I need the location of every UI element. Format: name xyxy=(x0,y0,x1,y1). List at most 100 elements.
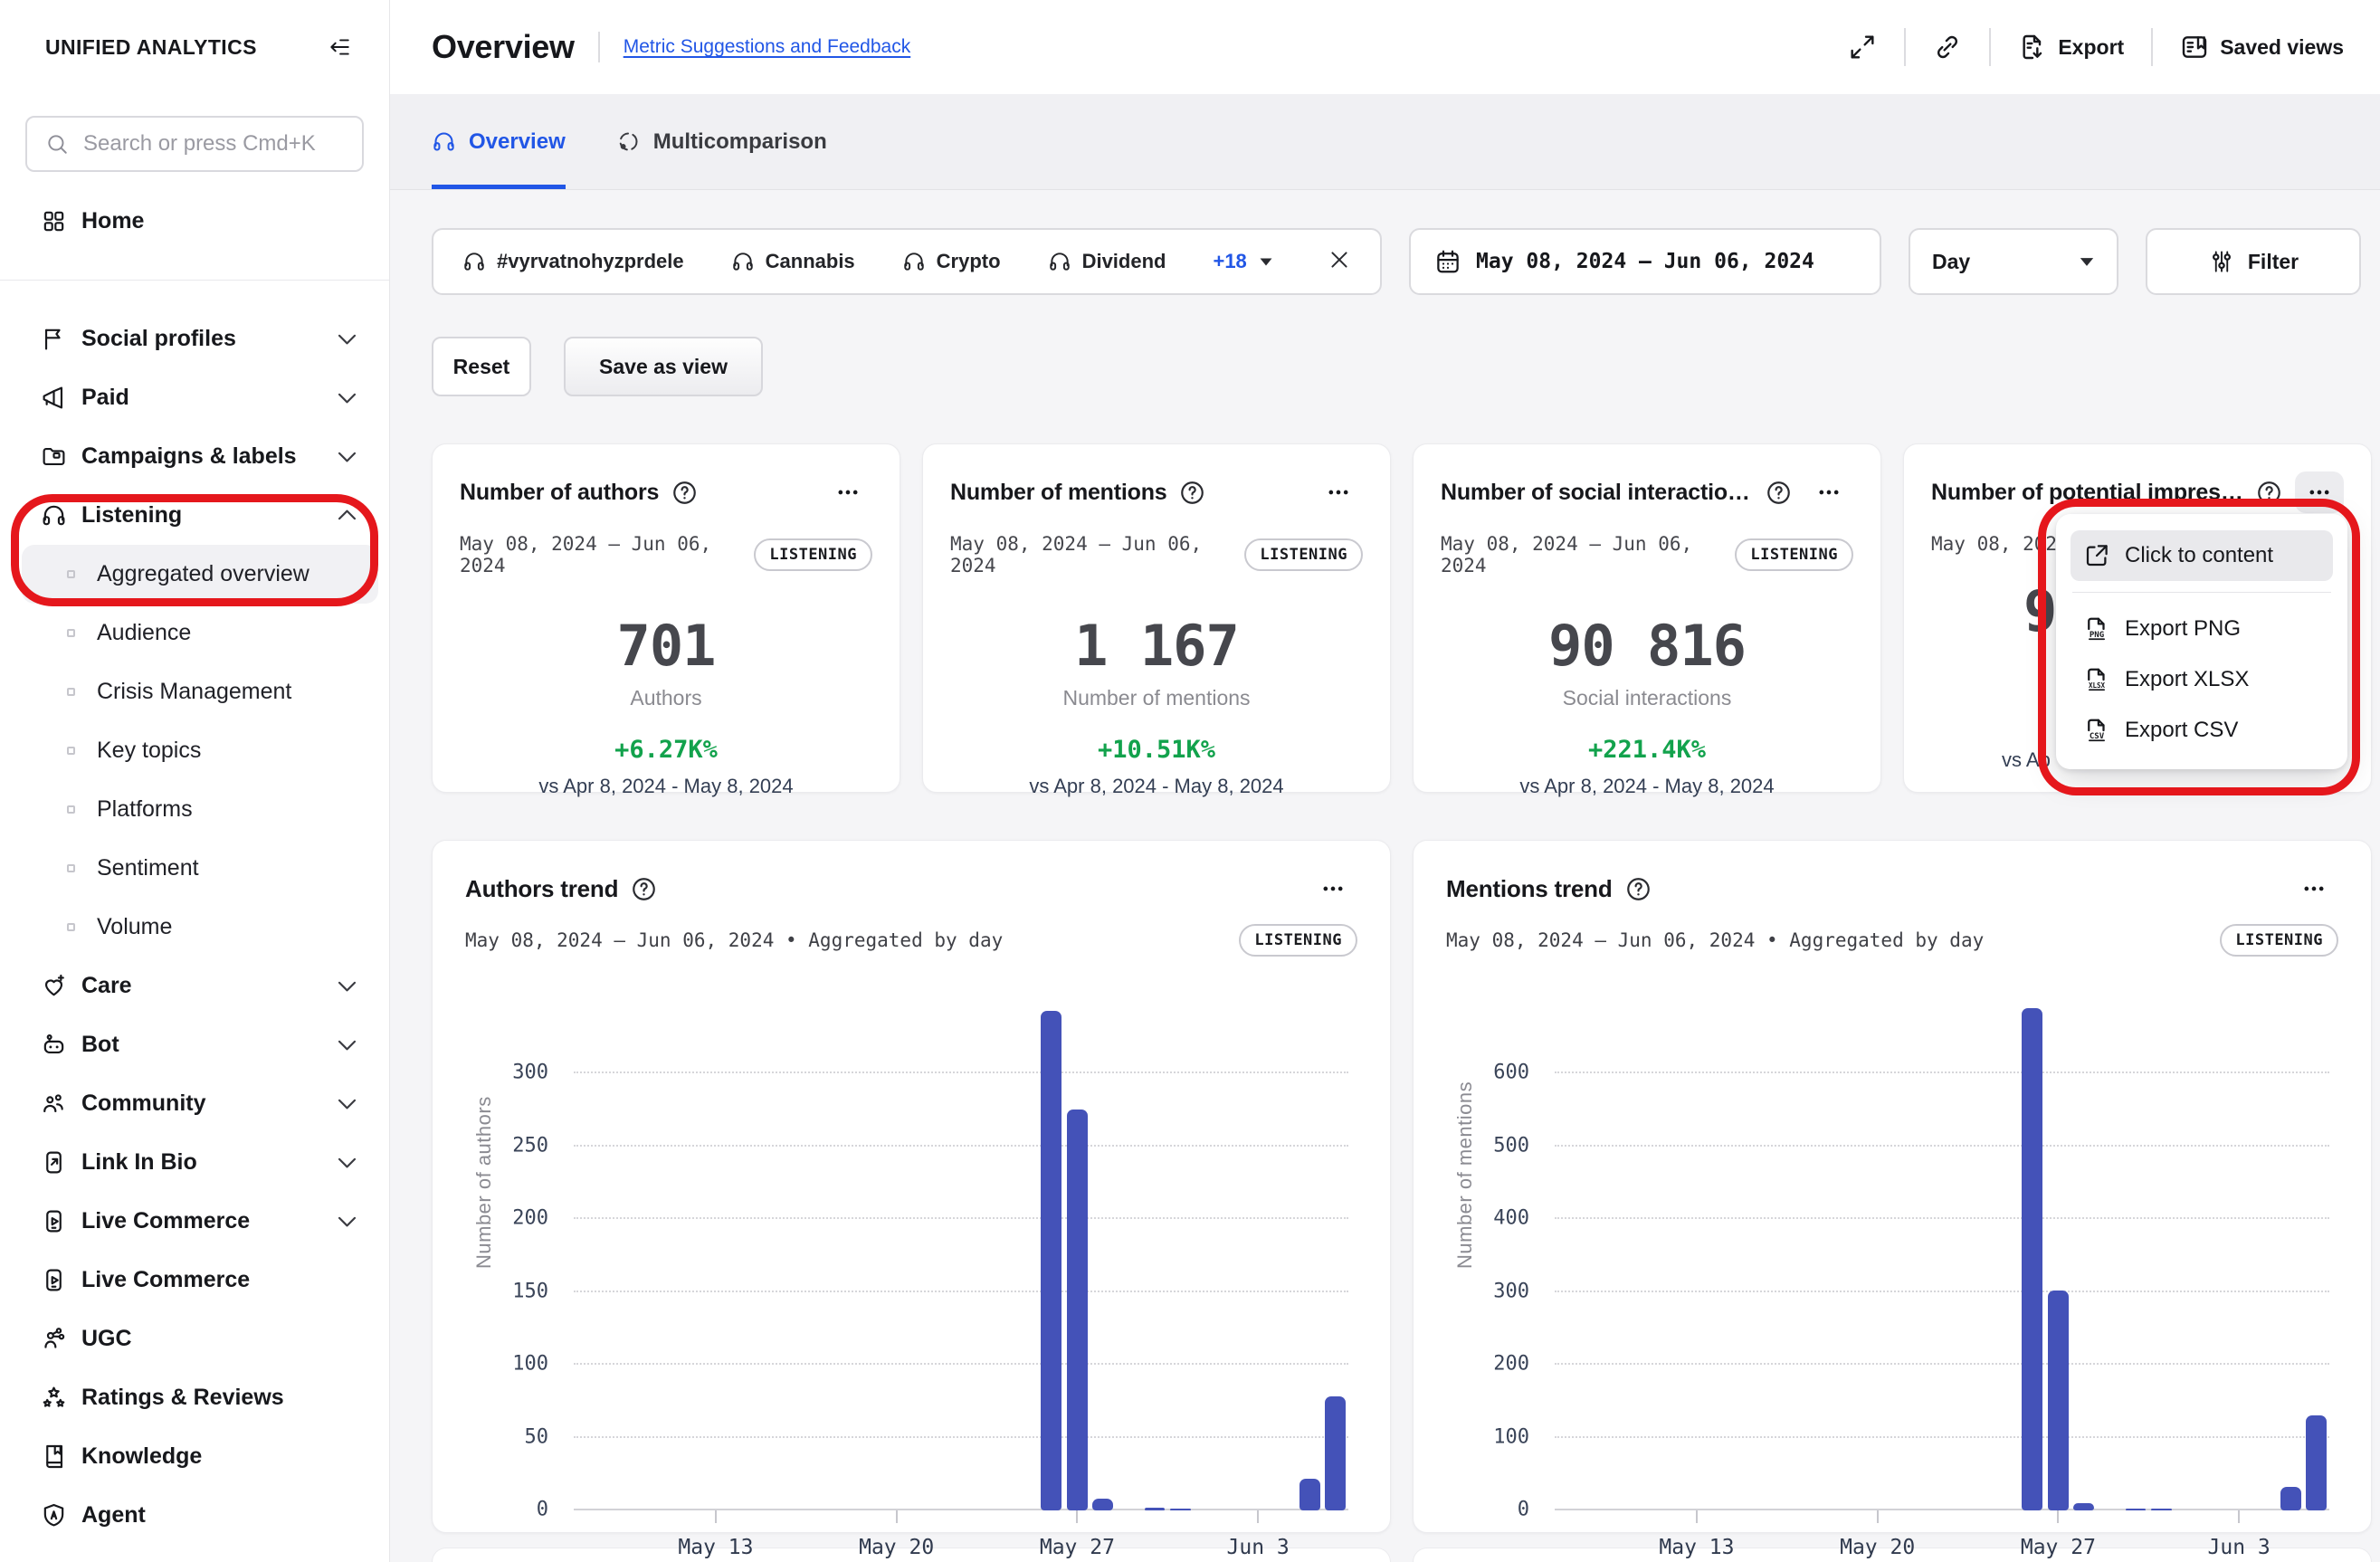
card-title: Number of social interactions xyxy=(1441,480,1753,506)
metric-value: 90 816 xyxy=(1548,613,1746,679)
chart-menu-button[interactable] xyxy=(2290,868,2338,910)
metric-value: 701 xyxy=(617,613,716,679)
bar-may-27 xyxy=(1067,1110,1088,1510)
bar-may-26 xyxy=(1041,1011,1061,1510)
y-tick-label: 50 xyxy=(525,1425,549,1448)
caret-down-icon xyxy=(1260,258,1271,265)
menu-item-label: Click to content xyxy=(2125,543,2273,568)
bot-icon xyxy=(41,1032,67,1058)
query-chip-0[interactable]: #vyrvatnohyzprdele xyxy=(462,250,684,273)
bar-may-27 xyxy=(2048,1291,2069,1510)
page-header: Overview Metric Suggestions and Feedback… xyxy=(390,0,2380,94)
filter-label: Filter xyxy=(2248,250,2299,274)
chevron-down-icon xyxy=(334,1208,360,1234)
bar-may-28 xyxy=(1092,1499,1113,1510)
card-menu-button-open[interactable] xyxy=(2295,471,2344,513)
sidebar-item-volume[interactable]: Volume xyxy=(0,898,389,957)
metric-delta: +10.51K% xyxy=(1098,736,1215,764)
saved-views-icon xyxy=(2180,33,2209,62)
reset-button[interactable]: Reset xyxy=(432,337,531,396)
sidebar-item-label: Live Commerce xyxy=(81,1208,250,1234)
listening-badge: LISTENING xyxy=(1244,538,1363,571)
chevron-down-icon xyxy=(334,443,360,470)
sidebar-item-bot[interactable]: Bot xyxy=(0,1015,389,1074)
help-icon[interactable] xyxy=(671,480,698,506)
help-icon[interactable] xyxy=(1766,480,1792,506)
sidebar-item-live-commerce[interactable]: Live Commerce xyxy=(0,1192,389,1251)
sidebar-item-ugc[interactable]: UGC xyxy=(0,1310,389,1368)
sidebar-item-key-topics[interactable]: Key topics xyxy=(0,721,389,780)
sidebar-item-crisis-management[interactable]: Crisis Management xyxy=(0,662,389,721)
metric-suggestions-link[interactable]: Metric Suggestions and Feedback xyxy=(624,36,911,58)
x-tick-label: Jun 3 xyxy=(2208,1536,2271,1559)
card-number-of-authors: Number of authors May 08, 2024 – Jun 06,… xyxy=(432,443,900,793)
export-button[interactable]: Export xyxy=(2018,33,2124,62)
sidebar-item-paid[interactable]: Paid xyxy=(0,368,389,427)
sidebar-item-campaigns-labels[interactable]: Campaigns & labels xyxy=(0,427,389,486)
date-range-picker[interactable]: May 08, 2024 – Jun 06, 2024 xyxy=(1409,228,1881,295)
card-menu-button[interactable] xyxy=(823,471,872,513)
sidebar: UNIFIED ANALYTICS Home Social profiles P… xyxy=(0,0,390,1562)
ugc-icon xyxy=(41,1326,67,1352)
query-chip-2[interactable]: Crypto xyxy=(902,250,1001,273)
copy-link-button[interactable] xyxy=(1933,33,1962,62)
granularity-select[interactable]: Day xyxy=(1909,228,2118,295)
sliders-filter-icon xyxy=(2208,248,2235,275)
bars-series xyxy=(1555,1004,2329,1510)
sidebar-item-social-profiles[interactable]: Social profiles xyxy=(0,310,389,368)
sidebar-item-knowledge[interactable]: Knowledge xyxy=(0,1427,389,1486)
sidebar-item-live-commerce-2[interactable]: Live Commerce xyxy=(0,1251,389,1310)
query-chip-1[interactable]: Cannabis xyxy=(731,250,855,273)
menu-item-export-xlsx[interactable]: XLSX Export XLSX xyxy=(2071,654,2333,705)
help-icon[interactable] xyxy=(1179,480,1205,506)
saved-views-label: Saved views xyxy=(2220,35,2344,60)
chevron-down-icon xyxy=(334,1032,360,1058)
query-chip-3[interactable]: Dividend xyxy=(1048,250,1166,273)
menu-item-export-png[interactable]: PNG Export PNG xyxy=(2071,604,2333,654)
sidebar-item-label: Paid xyxy=(81,385,129,411)
sidebar-item-platforms[interactable]: Platforms xyxy=(0,780,389,839)
filter-button[interactable]: Filter xyxy=(2146,228,2361,295)
collapse-sidebar-button[interactable] xyxy=(322,30,357,64)
clear-chips-button[interactable] xyxy=(1328,248,1351,276)
help-icon[interactable] xyxy=(631,876,657,902)
card-menu-button[interactable] xyxy=(1314,471,1363,513)
sidebar-item-label: Home xyxy=(81,208,144,234)
bullet-icon xyxy=(67,570,75,578)
ratings-stars-icon xyxy=(41,1385,67,1411)
save-as-view-button[interactable]: Save as view xyxy=(564,337,763,396)
sidebar-item-link-in-bio[interactable]: Link In Bio xyxy=(0,1133,389,1192)
bullet-icon xyxy=(67,629,75,637)
export-label: Export xyxy=(2058,35,2124,60)
chart-menu-button[interactable] xyxy=(1309,868,1357,910)
help-icon[interactable] xyxy=(2256,480,2282,506)
search-input[interactable] xyxy=(83,131,344,157)
xlsx-file-icon: XLSX xyxy=(2083,666,2110,693)
sidebar-item-home[interactable]: Home xyxy=(0,192,389,251)
sidebar-item-audience[interactable]: Audience xyxy=(0,604,389,662)
comparison-period: vs Apr 8, 2024 - May 8, 2024 xyxy=(538,775,793,798)
caret-down-icon xyxy=(2080,258,2093,266)
y-tick-label: 300 xyxy=(512,1062,548,1084)
more-chips-dropdown[interactable]: +18 xyxy=(1213,250,1273,273)
svg-text:PNG: PNG xyxy=(2090,631,2104,640)
sidebar-item-listening[interactable]: Listening xyxy=(0,486,389,545)
x-tick-mark xyxy=(896,1510,898,1523)
help-icon[interactable] xyxy=(1625,876,1652,902)
tab-overview[interactable]: Overview xyxy=(432,94,566,189)
sidebar-item-aggregated-overview[interactable]: Aggregated overview xyxy=(22,545,378,604)
tab-multicomparison[interactable]: Multicomparison xyxy=(616,94,827,189)
sidebar-item-ratings-reviews[interactable]: Ratings & Reviews xyxy=(0,1368,389,1427)
sidebar-item-sentiment[interactable]: Sentiment xyxy=(0,839,389,898)
menu-item-export-csv[interactable]: CSV Export CSV xyxy=(2071,705,2333,756)
sidebar-item-community[interactable]: Community xyxy=(0,1074,389,1133)
card-menu-button[interactable] xyxy=(1804,471,1853,513)
sidebar-item-agent[interactable]: Agent xyxy=(0,1486,389,1545)
sidebar-item-care[interactable]: Care xyxy=(0,957,389,1015)
menu-item-click-to-content[interactable]: Click to content xyxy=(2071,530,2333,581)
chip-label: Crypto xyxy=(937,250,1001,273)
sidebar-nav: Home Social profiles Paid Campaigns & la… xyxy=(0,172,389,1545)
link-in-bio-icon xyxy=(41,1149,67,1176)
fullscreen-button[interactable] xyxy=(1848,33,1877,62)
saved-views-button[interactable]: Saved views xyxy=(2180,33,2344,62)
